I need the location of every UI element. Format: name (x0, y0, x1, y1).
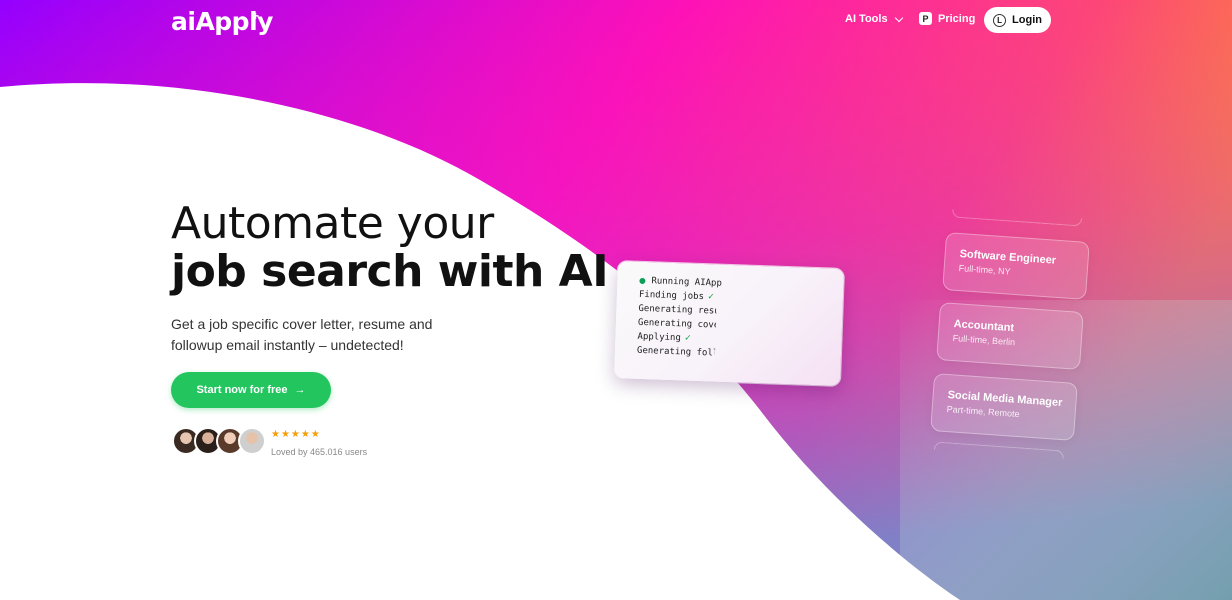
job-card: Social Media Manager Part-time, Remote (930, 373, 1078, 441)
headline-line-1: Automate your (171, 198, 494, 249)
hero-headline: Automate your job search with AI (171, 198, 609, 297)
logo-spark-icon: + (252, 9, 260, 23)
check-icon: ✓ (707, 291, 715, 303)
avatar (238, 427, 266, 455)
cta-label: Start now for free (196, 384, 288, 396)
terminal-line-text: Generating followup (636, 345, 716, 360)
job-card: Software Engineer Full-time, NY (942, 232, 1090, 300)
terminal-line-text: Applying (637, 331, 681, 344)
nav-ai-tools[interactable]: AI Tools (845, 13, 903, 25)
top-nav: aiApply + AI Tools P Pricing L Login (0, 0, 1232, 42)
headline-line-2: job search with AI (171, 246, 609, 297)
pricing-icon: P (919, 12, 932, 25)
nav-pricing[interactable]: P Pricing (919, 12, 975, 25)
chevron-down-icon (894, 13, 903, 22)
login-icon: L (993, 13, 1007, 27)
nav-ai-tools-label: AI Tools (845, 13, 888, 25)
rating-stars: ★★★★★ (271, 429, 321, 440)
status-dot-icon (639, 277, 646, 285)
headline-bold: job search (171, 246, 423, 297)
nav-pricing-label: Pricing (938, 12, 976, 25)
check-icon: ✓ (684, 332, 692, 344)
login-label: Login (1012, 14, 1042, 26)
login-button[interactable]: L Login (984, 7, 1051, 33)
automation-terminal-card: Running AIApp Finding jobs ✓ Generating … (614, 261, 844, 386)
arrow-right-icon: → (294, 384, 306, 396)
headline-rest: with AI (422, 246, 609, 297)
hero-subtitle: Get a job specific cover letter, resume … (171, 316, 433, 353)
start-now-button[interactable]: Start now for free → (171, 372, 331, 408)
job-card: Accountant Full-time, Berlin (936, 302, 1084, 370)
users-count: Loved by 465.016 users (271, 447, 368, 457)
